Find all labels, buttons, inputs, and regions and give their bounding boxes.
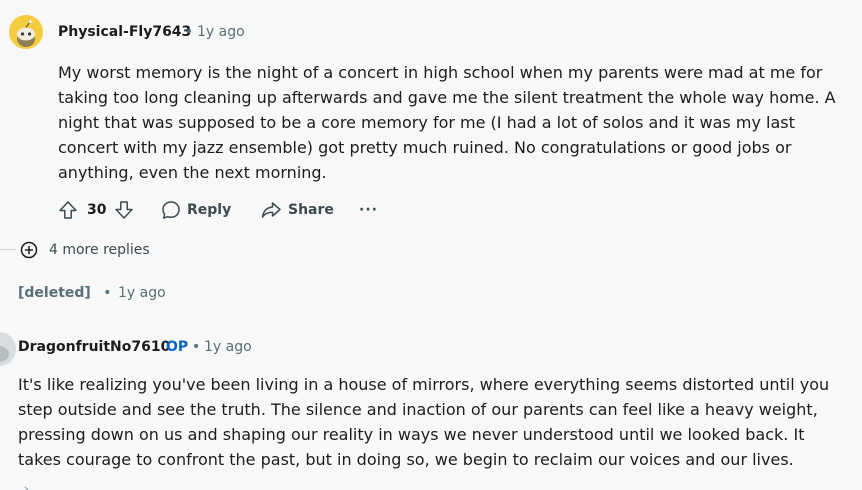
vote-count: 30	[87, 202, 107, 218]
downvote-arrow-icon	[115, 201, 133, 219]
user-avatar[interactable]	[0, 332, 16, 366]
more-replies-button[interactable]: 4 more replies	[20, 238, 150, 262]
comment-thread: Physical-Fly7643 • 1y ago My worst memor…	[0, 0, 862, 490]
next-action-bar-edge	[18, 484, 32, 490]
upvote-arrow-icon	[24, 486, 29, 490]
more-options-button[interactable]: ···	[359, 198, 378, 222]
user-avatar[interactable]	[9, 15, 43, 49]
snoo-avatar-icon	[9, 15, 43, 49]
more-replies-label: 4 more replies	[49, 242, 150, 258]
comment-body: My worst memory is the night of a concer…	[58, 63, 836, 182]
upvote-arrow-icon	[59, 201, 77, 219]
thread-line	[0, 249, 16, 250]
snoo-avatar-icon	[0, 332, 16, 366]
comment-timestamp[interactable]: 1y ago	[118, 285, 166, 301]
comment-author[interactable]: DragonfruitNo7610	[18, 339, 170, 355]
op-badge: OP	[166, 339, 189, 355]
comment-timestamp[interactable]: 1y ago	[197, 24, 245, 40]
upvote-button[interactable]	[58, 198, 78, 222]
comment-timestamp[interactable]: 1y ago	[204, 339, 252, 355]
share-button[interactable]: Share	[260, 198, 334, 222]
meta-separator: •	[103, 285, 112, 301]
comment-body: It's like realizing you've been living i…	[18, 375, 830, 469]
comment-author[interactable]: Physical-Fly7643	[58, 24, 191, 40]
meta-separator: •	[185, 24, 194, 40]
downvote-button[interactable]	[114, 198, 134, 222]
reply-label: Reply	[187, 202, 232, 218]
share-label: Share	[288, 202, 334, 218]
share-arrow-icon	[261, 202, 281, 218]
deleted-author: [deleted]	[18, 285, 91, 301]
plus-circle-icon	[20, 241, 38, 259]
deleted-comment-header: [deleted] • 1y ago	[18, 285, 166, 301]
speech-bubble-icon	[162, 201, 180, 219]
meta-separator: •	[192, 339, 201, 355]
reply-button[interactable]: Reply	[160, 198, 231, 222]
